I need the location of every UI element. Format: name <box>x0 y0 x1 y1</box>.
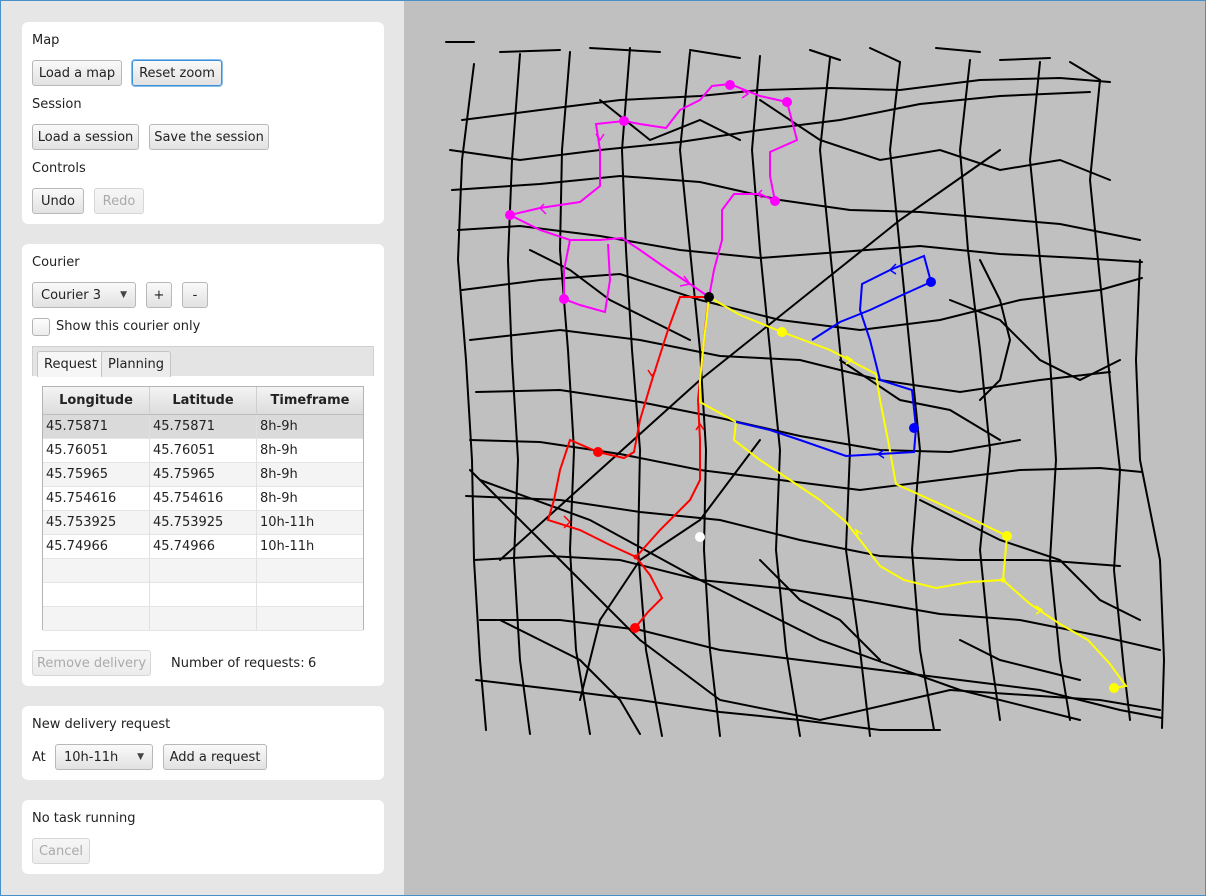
tab-request[interactable]: Request <box>37 351 104 377</box>
cell-latitude: 45.74966 <box>150 535 257 558</box>
cell-empty <box>257 583 363 606</box>
stop-red-1[interactable] <box>593 447 603 457</box>
cell-empty <box>257 607 363 630</box>
cell-empty <box>150 607 257 630</box>
show-courier-only-label: Show this courier only <box>56 319 201 334</box>
add-courier-button[interactable]: + <box>146 282 172 308</box>
column-header-timeframe[interactable]: Timeframe <box>257 387 363 414</box>
cell-longitude: 45.74966 <box>43 535 150 558</box>
cell-latitude: 45.76051 <box>150 439 257 462</box>
stop-red-2[interactable] <box>630 623 640 633</box>
timeframe-select[interactable]: 10h-11h ▼ <box>55 744 153 770</box>
at-label: At <box>32 750 46 765</box>
cell-empty <box>43 559 150 582</box>
cell-longitude: 45.753925 <box>43 511 150 534</box>
cell-longitude: 45.76051 <box>43 439 150 462</box>
stop-yellow-4[interactable] <box>1000 577 1006 583</box>
cell-latitude: 45.753925 <box>150 511 257 534</box>
add-request-button[interactable]: Add a request <box>163 744 267 770</box>
task-card: No task running Cancel <box>22 800 384 874</box>
cell-timeframe: 8h-9h <box>260 491 298 506</box>
map-section-title: Map <box>32 33 60 48</box>
cell-latitude: 45.754616 <box>150 487 257 510</box>
timeframe-select-value: 10h-11h <box>64 749 119 765</box>
cell-latitude: 45.75871 <box>150 415 257 438</box>
table-row[interactable]: 45.75965 45.75965 8h-9h <box>43 463 363 487</box>
city-map[interactable] <box>404 0 1206 896</box>
cell-latitude: 45.75965 <box>150 463 257 486</box>
table-row[interactable]: 45.754616 45.754616 8h-9h <box>43 487 363 511</box>
selected-stop-marker[interactable] <box>695 532 705 542</box>
cell-timeframe: 10h-11h <box>260 539 315 554</box>
new-request-card: New delivery request At 10h-11h ▼ Add a … <box>22 706 384 780</box>
table-row[interactable]: 45.76051 45.76051 8h-9h <box>43 439 363 463</box>
map-session-controls-card: Map Load a map Reset zoom Session Load a… <box>22 22 384 224</box>
column-header-latitude[interactable]: Latitude <box>150 387 257 414</box>
road-network <box>445 41 1166 737</box>
stop-yellow-3[interactable] <box>1109 683 1119 693</box>
cell-timeframe: 8h-9h <box>260 443 298 458</box>
cell-empty <box>150 559 257 582</box>
courier-card: Courier Courier 3 ▼ + - Show this courie… <box>22 244 384 686</box>
cell-timeframe: 10h-11h <box>260 515 315 530</box>
stop-yellow-1[interactable] <box>777 327 787 337</box>
courier-select-value: Courier 3 <box>41 287 101 303</box>
requests-table: Longitude Latitude Timeframe 45.75871 45… <box>42 386 364 631</box>
courier-section-title: Courier <box>32 255 80 270</box>
table-header: Longitude Latitude Timeframe <box>43 387 363 415</box>
stop-blue-1[interactable] <box>926 277 936 287</box>
cell-longitude: 45.75965 <box>43 463 150 486</box>
column-header-longitude[interactable]: Longitude <box>43 387 150 414</box>
table-row-empty <box>43 583 363 607</box>
chevron-down-icon: ▼ <box>120 290 127 300</box>
reset-zoom-button[interactable]: Reset zoom <box>132 60 222 86</box>
table-row-empty <box>43 559 363 583</box>
cell-longitude: 45.754616 <box>43 487 150 510</box>
request-count-value: 6 <box>308 656 317 671</box>
cell-longitude: 45.75871 <box>43 415 150 438</box>
courier-select[interactable]: Courier 3 ▼ <box>32 282 136 308</box>
cell-empty <box>150 583 257 606</box>
session-section-title: Session <box>32 97 82 112</box>
chevron-down-icon: ▼ <box>137 752 144 762</box>
save-session-button[interactable]: Save the session <box>149 124 269 150</box>
request-count-label: Number of requests: <box>171 656 305 671</box>
load-map-button[interactable]: Load a map <box>32 60 122 86</box>
tab-planning[interactable]: Planning <box>101 351 171 377</box>
cell-empty <box>43 607 150 630</box>
stop-red-3[interactable] <box>633 554 639 560</box>
new-request-title: New delivery request <box>32 717 171 732</box>
controls-section-title: Controls <box>32 161 86 176</box>
request-planning-tabbar: Request Planning <box>32 346 374 377</box>
stop-magenta-5[interactable] <box>505 210 515 220</box>
route-direction-arrows <box>538 89 1044 615</box>
stop-magenta-4[interactable] <box>770 196 780 206</box>
show-courier-only-checkbox[interactable] <box>32 318 50 336</box>
map-canvas[interactable] <box>404 0 1206 896</box>
table-row[interactable]: 45.74966 45.74966 10h-11h <box>43 535 363 559</box>
table-row[interactable]: 45.753925 45.753925 10h-11h <box>43 511 363 535</box>
task-status: No task running <box>32 811 136 826</box>
cancel-task-button[interactable]: Cancel <box>32 838 90 864</box>
warehouse-marker[interactable] <box>704 292 714 302</box>
stop-magenta-3[interactable] <box>619 116 629 126</box>
remove-delivery-button[interactable]: Remove delivery <box>32 650 151 676</box>
load-session-button[interactable]: Load a session <box>32 124 139 150</box>
sidebar: Map Load a map Reset zoom Session Load a… <box>0 0 404 896</box>
cell-timeframe: 8h-9h <box>260 419 298 434</box>
stop-magenta-1[interactable] <box>725 80 735 90</box>
remove-courier-button[interactable]: - <box>182 282 208 308</box>
cell-timeframe: 8h-9h <box>260 467 298 482</box>
stop-magenta-2[interactable] <box>782 97 792 107</box>
stop-blue-2[interactable] <box>909 423 919 433</box>
cell-empty <box>43 583 150 606</box>
stop-yellow-2[interactable] <box>1002 531 1012 541</box>
table-row[interactable]: 45.75871 45.75871 8h-9h <box>43 415 363 439</box>
table-row-empty <box>43 607 363 631</box>
redo-button[interactable]: Redo <box>94 188 144 214</box>
stop-magenta-6[interactable] <box>559 294 569 304</box>
undo-button[interactable]: Undo <box>32 188 84 214</box>
cell-empty <box>257 559 363 582</box>
